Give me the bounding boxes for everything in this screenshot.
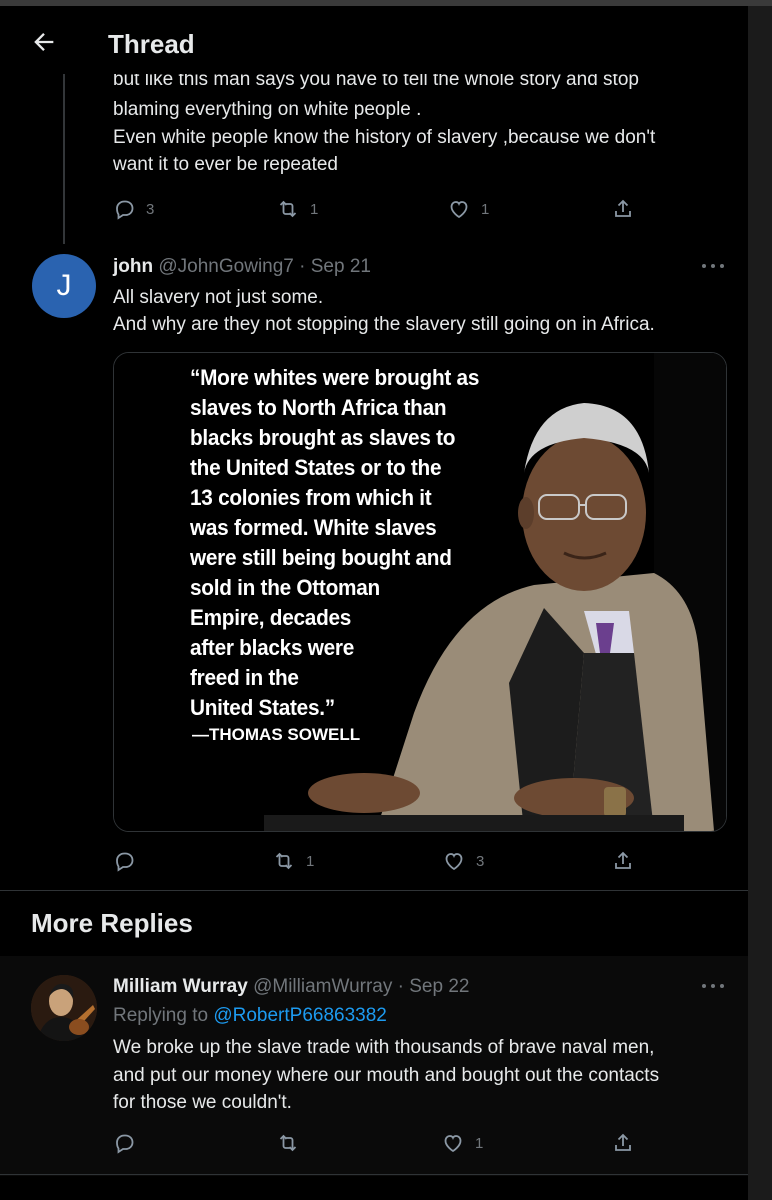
like-count: 1 bbox=[475, 1134, 484, 1152]
retweet-button[interactable]: 1 bbox=[276, 194, 318, 224]
like-count: 1 bbox=[481, 200, 490, 218]
quote-line: 13 colonies from which it bbox=[190, 485, 432, 510]
avatar[interactable] bbox=[31, 975, 97, 1041]
quote-line: blacks brought as slaves to bbox=[190, 425, 456, 450]
heart-icon bbox=[450, 201, 468, 219]
share-button[interactable] bbox=[611, 194, 635, 224]
quote-line: slaves to North Africa than bbox=[190, 395, 447, 420]
tweet-text-line: And why are they not stopping the slaver… bbox=[113, 314, 655, 335]
reply-button[interactable] bbox=[112, 846, 136, 876]
quote-line: freed in the bbox=[190, 665, 299, 690]
share-button[interactable] bbox=[611, 1128, 635, 1158]
replying-to-mention[interactable]: @RobertP66863382 bbox=[213, 1005, 387, 1026]
quote-line: were still being bought and bbox=[190, 545, 452, 570]
reply-button[interactable] bbox=[112, 1128, 136, 1158]
tweet-text-line: and put our money where our mouth and bo… bbox=[113, 1065, 660, 1086]
author-handle[interactable]: @MilliamWurray bbox=[253, 976, 392, 997]
author-handle[interactable]: @JohnGowing7 bbox=[158, 256, 293, 277]
like-button[interactable]: 1 bbox=[447, 194, 489, 224]
tweet-time[interactable]: · Sep 22 bbox=[392, 976, 470, 997]
divider bbox=[0, 1174, 748, 1175]
divider bbox=[0, 890, 748, 891]
more-options-icon[interactable] bbox=[700, 982, 726, 990]
quote-line: “More whites were brought as bbox=[190, 365, 480, 390]
heart-icon bbox=[445, 853, 463, 871]
quote-text: “More whites were brought as slaves to N… bbox=[190, 363, 576, 723]
retweet-count: 1 bbox=[306, 852, 315, 870]
quote-line: the United States or to the bbox=[190, 455, 442, 480]
scrollbar[interactable] bbox=[748, 6, 772, 1200]
author-name[interactable]: Milliam Wurray bbox=[113, 976, 248, 997]
replying-to: Replying to @RobertP66863382 bbox=[113, 1005, 387, 1027]
retweet-icon bbox=[275, 852, 293, 870]
retweet-count: 1 bbox=[310, 200, 319, 218]
reply-icon bbox=[116, 200, 134, 220]
reply-icon bbox=[116, 1134, 134, 1154]
reply-button[interactable]: 3 bbox=[112, 194, 154, 224]
retweet-icon bbox=[279, 1134, 297, 1152]
quote-line: Empire, decades bbox=[190, 605, 352, 630]
share-icon bbox=[615, 199, 631, 217]
share-icon bbox=[615, 851, 631, 869]
reply-count: 3 bbox=[146, 200, 155, 218]
tweet-header: john @JohnGowing7 · Sep 21 bbox=[113, 256, 371, 278]
avatar[interactable]: J bbox=[32, 254, 96, 318]
share-button[interactable] bbox=[611, 846, 635, 876]
retweet-icon bbox=[279, 200, 297, 218]
thread-connector-line bbox=[63, 74, 65, 244]
like-button[interactable]: 3 bbox=[442, 846, 484, 876]
tweet-header: Milliam Wurray @MilliamWurray · Sep 22 bbox=[113, 976, 469, 998]
heart-icon bbox=[444, 1135, 462, 1153]
more-options-icon[interactable] bbox=[700, 262, 726, 270]
like-count: 3 bbox=[476, 852, 485, 870]
replying-to-label: Replying to bbox=[113, 1005, 214, 1026]
retweet-button[interactable]: 1 bbox=[272, 846, 314, 876]
tweet-actions: 1 3 bbox=[108, 846, 648, 876]
retweet-button[interactable] bbox=[276, 1128, 300, 1158]
quote-line: was formed. White slaves bbox=[190, 515, 437, 540]
reply-icon bbox=[116, 852, 134, 872]
share-icon bbox=[615, 1133, 631, 1151]
quote-line: United States.” bbox=[190, 695, 335, 720]
tweet-text-line: Even white people know the history of sl… bbox=[113, 127, 656, 148]
quote-line: sold in the Ottoman bbox=[190, 575, 380, 600]
more-replies-heading: More Replies bbox=[31, 908, 193, 938]
tweet-text-line: All slavery not just some. bbox=[113, 287, 324, 308]
tweet-text-line: blaming everything on white people . bbox=[113, 99, 422, 120]
tweet-actions: 1 bbox=[108, 1128, 648, 1158]
tweet-actions: 3 1 1 bbox=[108, 194, 648, 224]
tweet-image[interactable]: “More whites were brought as slaves to N… bbox=[113, 352, 727, 832]
quote-attribution: —THOMAS SOWELL bbox=[192, 725, 361, 744]
tweet-text-line: We broke up the slave trade with thousan… bbox=[113, 1037, 655, 1058]
tweet-text-line: for those we couldn't. bbox=[113, 1092, 292, 1113]
page-title: Thread bbox=[108, 29, 195, 59]
tweet-time[interactable]: · Sep 21 bbox=[294, 256, 371, 277]
quote-line: after blacks were bbox=[190, 635, 355, 660]
thread-header: Thread bbox=[0, 6, 748, 74]
like-button[interactable]: 1 bbox=[441, 1128, 483, 1158]
tweet-text-line: want it to ever be repeated bbox=[113, 154, 338, 175]
back-arrow-icon[interactable] bbox=[30, 28, 58, 56]
avatar-photo bbox=[31, 975, 97, 1041]
author-name[interactable]: john bbox=[113, 256, 153, 277]
